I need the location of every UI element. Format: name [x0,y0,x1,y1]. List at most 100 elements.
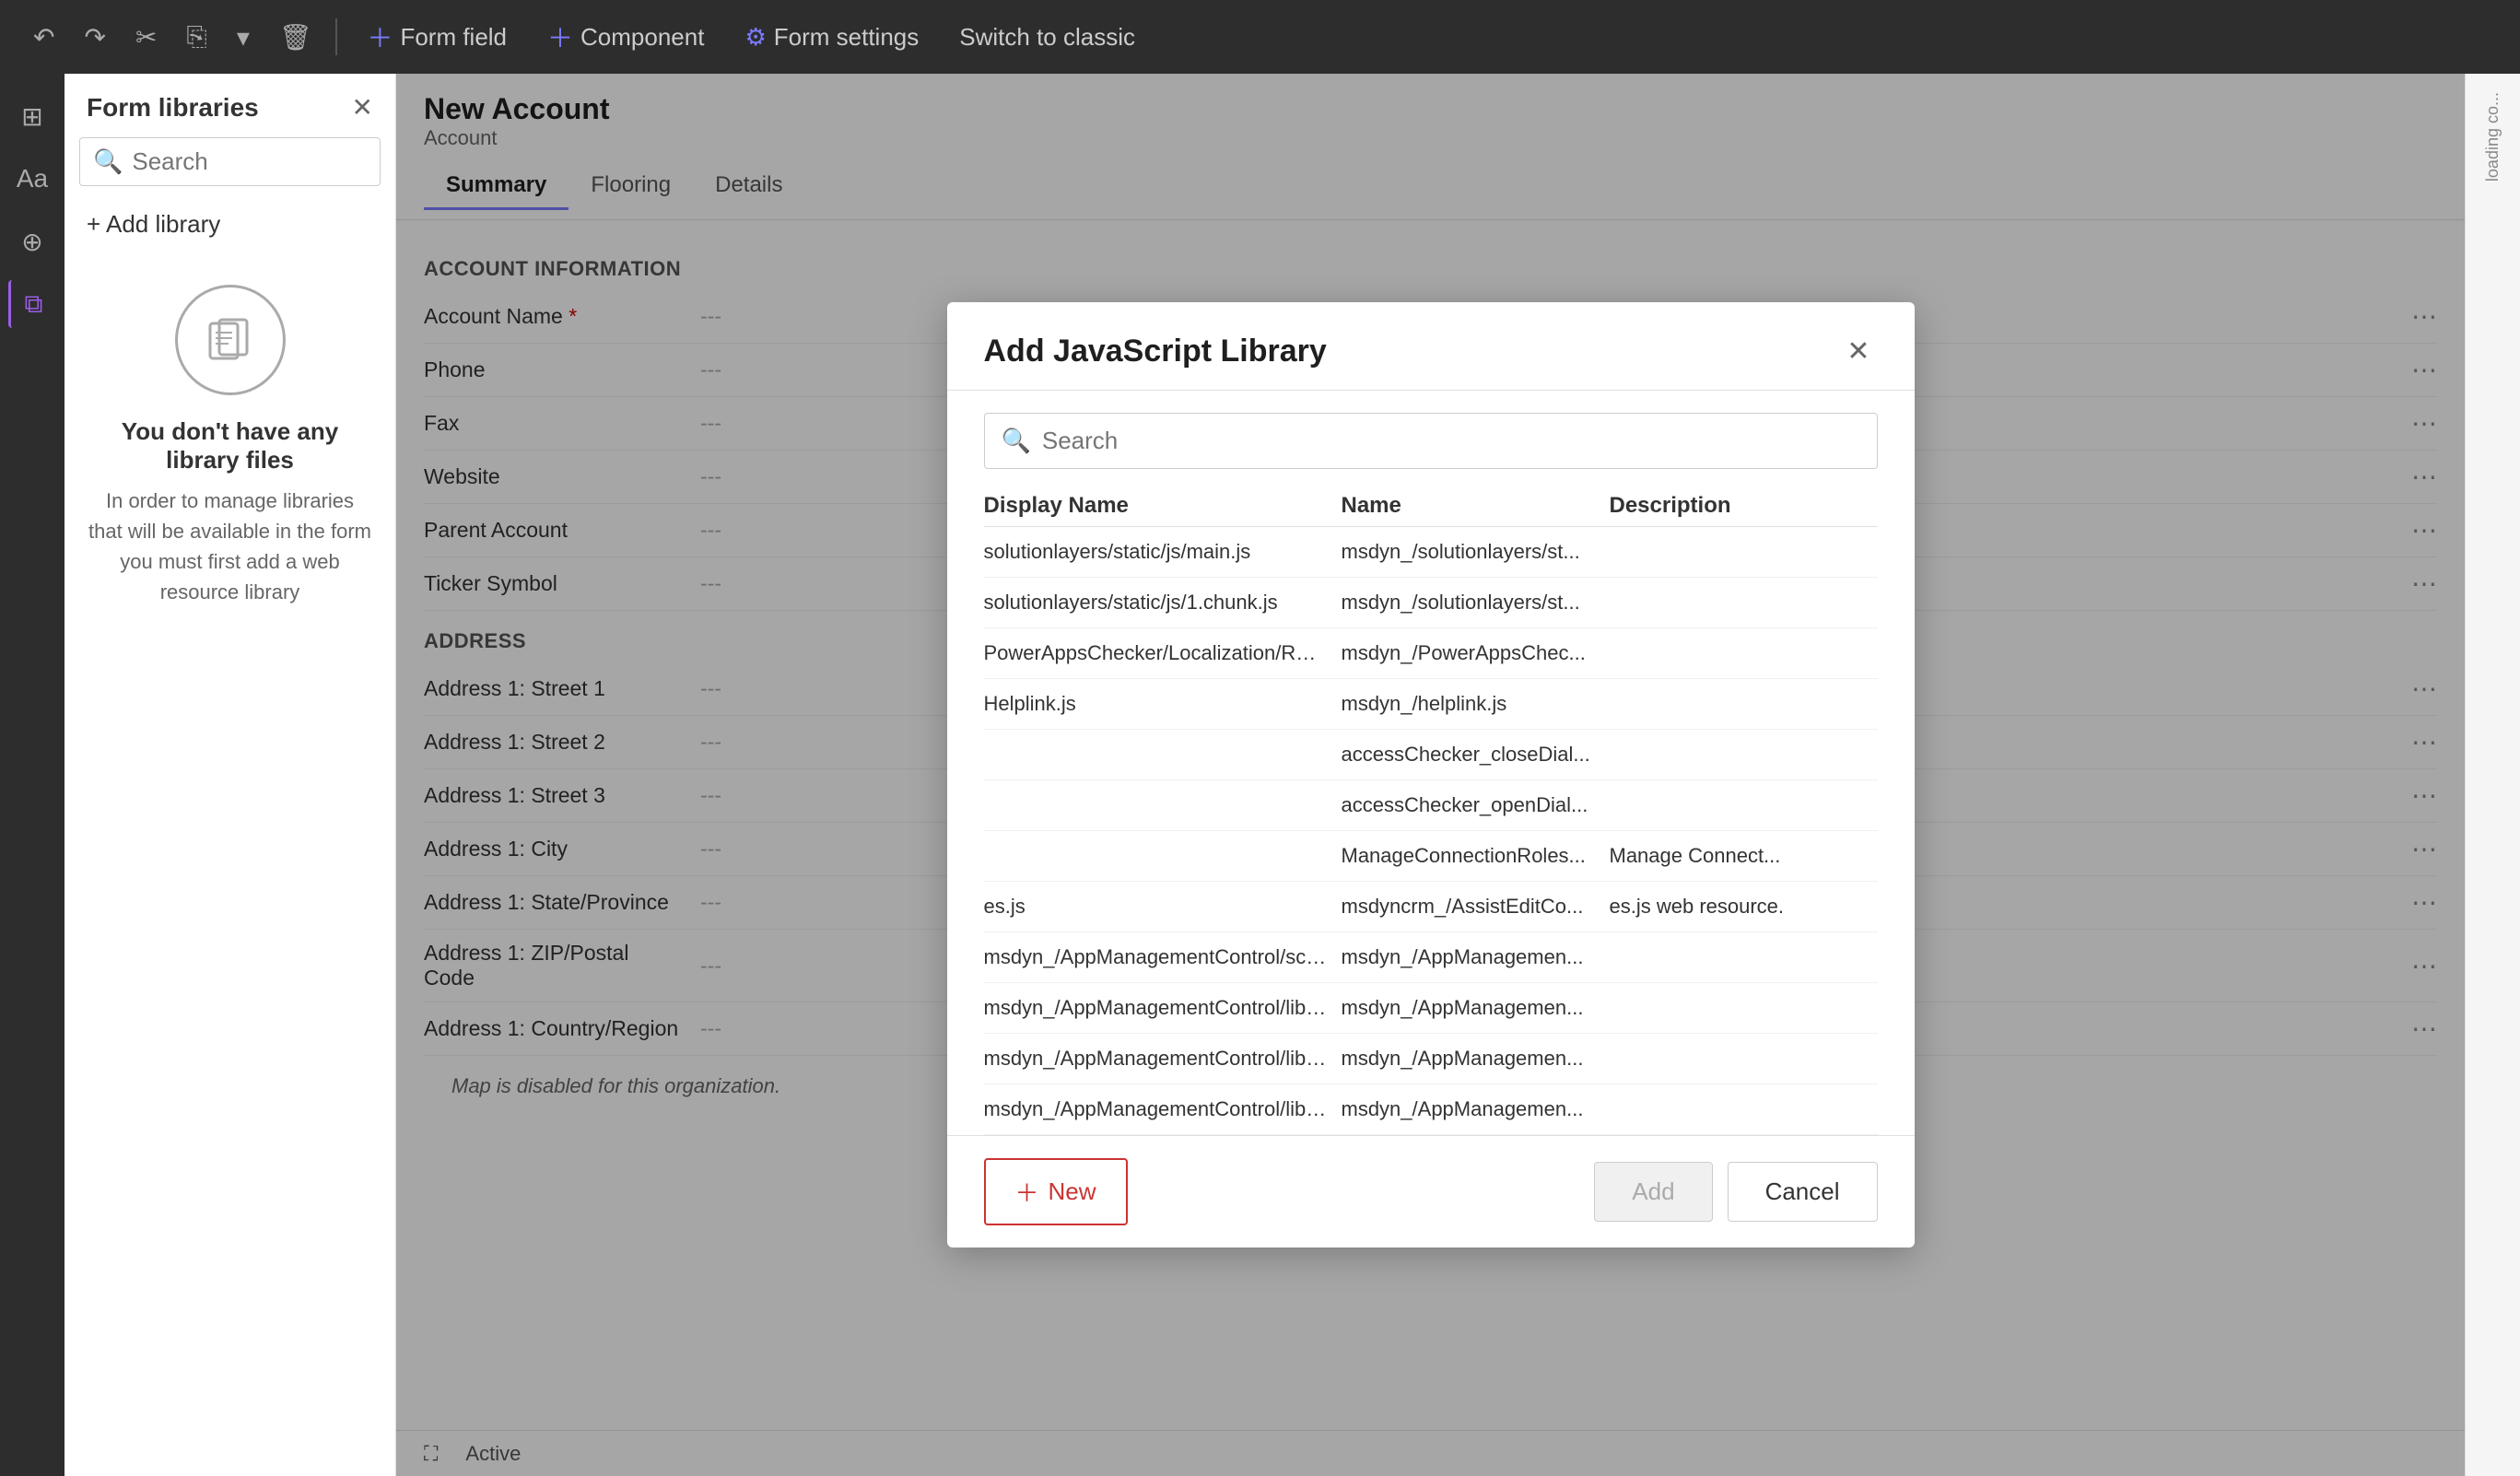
cell-desc [1610,1047,1878,1071]
add-label: Add [1632,1177,1674,1205]
cell-display: msdyn_/AppManagementControl/scripts/AppM… [984,945,1342,969]
dialog-table[interactable]: Display Name Name Description solutionla… [947,484,1915,1135]
switch-classic-button[interactable]: Switch to classic [948,18,1146,57]
new-label: New [1049,1177,1096,1206]
col-name: Name [1342,493,1610,519]
delete-icon[interactable]: 🗑 [274,17,318,58]
cell-display: solutionlayers/static/js/main.js [984,540,1342,564]
dialog-title: Add JavaScript Library [984,334,1327,369]
table-row[interactable]: ManageConnectionRoles... Manage Connect.… [984,831,1878,882]
icon-nav: ⊞ Aa ⊕ ⧉ [0,74,64,1476]
table-row[interactable]: es.js msdyncrm_/AssistEditCo... es.js we… [984,882,1878,932]
form-field-button[interactable]: ＋ Form field [356,13,518,61]
cell-desc [1610,641,1878,665]
dialog-search-icon: 🔍 [1002,427,1031,455]
nav-text-icon[interactable]: Aa [8,155,56,203]
form-settings-icon: ⚙ [744,23,766,52]
nav-layers-icon[interactable]: ⊕ [8,217,56,265]
cell-display: msdyn_/AppManagementControl/libs/promise… [984,996,1342,1020]
toolbar-divider [335,18,337,55]
form-settings-label: Form settings [774,23,920,52]
dialog-overlay: Add JavaScript Library ✕ 🔍 Display Name … [396,74,2465,1476]
dialog-search-input[interactable] [1042,427,1860,455]
component-plus-icon: ＋ [547,18,573,55]
cell-name: msdyn_/solutionlayers/st... [1342,540,1610,564]
form-libraries-sidebar: Form libraries ✕ 🔍 + Add library You don… [64,74,396,1476]
form-area: New Account Account Summary Flooring Det… [396,74,2465,1476]
table-row[interactable]: solutionlayers/static/js/1.chunk.js msdy… [984,578,1878,628]
copy-icon[interactable]: ⎘ [181,17,212,58]
cell-desc [1610,793,1878,817]
cell-name: accessChecker_closeDial... [1342,743,1610,767]
nav-grid-icon[interactable]: ⊞ [8,92,56,140]
cell-desc [1610,996,1878,1020]
cell-name: msdyn_/solutionlayers/st... [1342,591,1610,615]
cell-desc [1610,540,1878,564]
dialog-header: Add JavaScript Library ✕ [947,302,1915,391]
sidebar-search-icon: 🔍 [93,147,123,176]
form-field-plus-icon: ＋ [367,18,393,55]
sidebar-search-input[interactable] [132,147,367,176]
cell-desc [1610,1097,1878,1121]
cell-desc [1610,591,1878,615]
cell-name: msdyn_/helplink.js [1342,692,1610,716]
footer-right-buttons: Add Cancel [1594,1162,1877,1222]
table-row[interactable]: PowerAppsChecker/Localization/ResourceSt… [984,628,1878,679]
cancel-label: Cancel [1765,1177,1840,1205]
table-row[interactable]: solutionlayers/static/js/main.js msdyn_/… [984,527,1878,578]
dialog-close-button[interactable]: ✕ [1839,332,1877,371]
dialog-footer: ＋ New Add Cancel [947,1135,1915,1248]
sidebar-search-box[interactable]: 🔍 [79,137,381,186]
cell-display: Helplink.js [984,692,1342,716]
table-row[interactable]: accessChecker_openDial... [984,780,1878,831]
sidebar-empty-icon [175,285,286,395]
sidebar-empty-state: You don't have any library files In orde… [64,248,395,644]
cell-desc [1610,692,1878,716]
sidebar-close-icon[interactable]: ✕ [352,92,373,123]
dialog-search-box[interactable]: 🔍 [984,413,1878,469]
component-button[interactable]: ＋ Component [536,13,715,61]
cell-display: msdyn_/AppManagementControl/libs/react_1… [984,1097,1342,1121]
new-plus-icon: ＋ [1015,1175,1039,1209]
cell-desc: es.js web resource. [1610,895,1878,919]
table-row[interactable]: msdyn_/AppManagementControl/scripts/AppM… [984,932,1878,983]
add-library-button[interactable]: + Add library [64,201,395,248]
cancel-button[interactable]: Cancel [1728,1162,1878,1222]
right-sidebar-text: loading co... [2483,83,2502,191]
table-row[interactable]: accessChecker_closeDial... [984,730,1878,780]
table-row[interactable]: msdyn_/AppManagementControl/libs/es6_shi… [984,1034,1878,1084]
sidebar-title: Form libraries [87,93,259,123]
table-row[interactable]: msdyn_/AppManagementControl/libs/promise… [984,983,1878,1034]
cell-display: solutionlayers/static/js/1.chunk.js [984,591,1342,615]
table-row[interactable]: Helplink.js msdyn_/helplink.js [984,679,1878,730]
add-js-library-dialog: Add JavaScript Library ✕ 🔍 Display Name … [947,302,1915,1248]
new-button[interactable]: ＋ New [984,1158,1128,1225]
main-layout: ⊞ Aa ⊕ ⧉ Form libraries ✕ 🔍 + Add librar… [0,74,2520,1476]
cut-icon[interactable]: ✂ [130,17,162,58]
cell-name: msdyn_/PowerAppsChec... [1342,641,1610,665]
dropdown-icon[interactable]: ▾ [231,17,255,58]
cell-name: msdyn_/AppManagemen... [1342,996,1610,1020]
toolbar: ↶ ↷ ✂ ⎘ ▾ 🗑 ＋ Form field ＋ Component ⚙ F… [0,0,2520,74]
cell-desc: Manage Connect... [1610,844,1878,868]
nav-components-icon[interactable]: ⧉ [8,280,56,328]
cell-name: msdyn_/AppManagemen... [1342,945,1610,969]
cell-display: es.js [984,895,1342,919]
library-empty-svg [203,312,258,368]
col-display-name: Display Name [984,493,1342,519]
redo-icon[interactable]: ↷ [78,17,111,58]
cell-display [984,844,1342,868]
col-description: Description [1610,493,1878,519]
table-header: Display Name Name Description [984,484,1878,527]
form-field-label: Form field [400,23,507,52]
table-row[interactable]: msdyn_/AppManagementControl/libs/react_1… [984,1084,1878,1135]
sidebar-empty-desc: In order to manage libraries that will b… [87,486,373,607]
add-button[interactable]: Add [1594,1162,1712,1222]
cell-name: ManageConnectionRoles... [1342,844,1610,868]
undo-icon[interactable]: ↶ [28,17,60,58]
cell-name: msdyn_/AppManagemen... [1342,1047,1610,1071]
cell-desc [1610,945,1878,969]
form-settings-button[interactable]: ⚙ Form settings [733,18,930,57]
cell-display [984,793,1342,817]
add-library-label: + Add library [87,210,220,239]
